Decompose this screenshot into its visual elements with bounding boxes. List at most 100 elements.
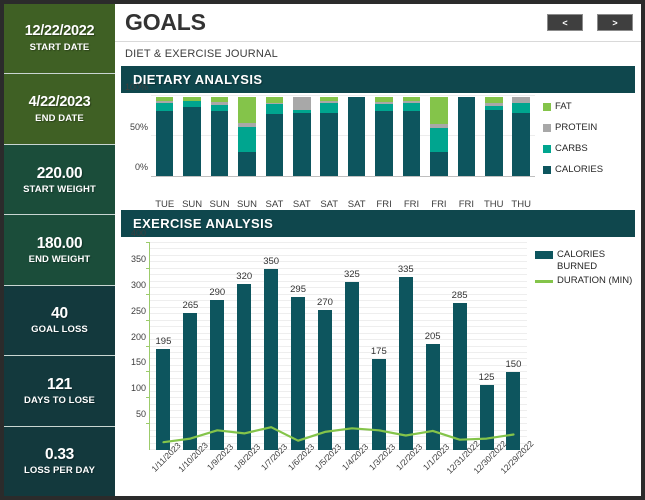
dietary-bar-column[interactable] (480, 97, 507, 176)
stat-tile-value: 121 (47, 375, 72, 393)
exercise-legend-label: DURATION (MIN) (557, 274, 633, 286)
dietary-bar-column[interactable] (316, 97, 343, 176)
exercise-bar-value-label: 295 (290, 284, 306, 296)
legend-bar-icon (535, 251, 553, 259)
exercise-x-label-slot: 1/9/2023 (203, 442, 234, 496)
legend-swatch-icon (543, 123, 551, 132)
exercise-x-label-slot: 1/8/2023 (230, 442, 261, 496)
dietary-x-label: SAT (265, 199, 284, 210)
exercise-bar-column[interactable]: 270 (312, 243, 339, 450)
exercise-bar-column[interactable]: 150 (500, 243, 527, 450)
dietary-stacked-bar (320, 97, 339, 176)
exercise-bar-column[interactable]: 125 (473, 243, 500, 450)
exercise-bar-value-label: 350 (263, 255, 280, 267)
exercise-bar-value-label: 325 (343, 268, 360, 280)
exercise-bar-value-label: 335 (397, 263, 414, 275)
prev-button[interactable]: < (547, 14, 583, 31)
exercise-bar-value-label: 195 (155, 336, 172, 348)
dietary-legend-item-protein[interactable]: PROTEIN (543, 122, 635, 133)
exercise-bar-column[interactable]: 295 (285, 243, 312, 450)
dietary-bar-column[interactable] (507, 97, 534, 176)
dietary-x-label: THU (484, 199, 504, 210)
dietary-bar-column[interactable] (288, 97, 315, 176)
dietary-segment-calories (210, 111, 229, 176)
dietary-stacked-bar (183, 97, 201, 176)
exercise-bar-column[interactable]: 265 (177, 243, 204, 450)
dietary-legend-item-calories[interactable]: CALORIES (543, 164, 635, 175)
goals-dashboard: 12/22/2022 START DATE 4/22/2023 END DATE 220… (0, 0, 645, 500)
exercise-bar-value-label: 320 (236, 271, 253, 283)
exercise-bar-value-label: 205 (424, 330, 441, 342)
stat-tile-label: START WEIGHT (23, 183, 96, 195)
dietary-legend-spacer (535, 197, 635, 210)
dietary-bar-column[interactable] (343, 97, 370, 176)
dietary-x-label: SUN (182, 199, 203, 210)
dietary-segment-calories (347, 97, 366, 176)
dietary-segment-carbs (155, 102, 174, 112)
exercise-legend: CALORIES BURNED DURATION (MIN) (527, 243, 635, 496)
dietary-bar-column[interactable] (206, 97, 233, 176)
exercise-bar-column[interactable]: 350 (258, 243, 285, 450)
dietary-plot-area (151, 95, 535, 177)
dietary-bars (151, 97, 535, 176)
dietary-segment-calories (320, 112, 339, 176)
exercise-chart-area: 50 100 150 200 250 300 350 400 195 265 290 320 350 2… (121, 228, 535, 496)
exercise-legend-item-calories-burned[interactable]: CALORIES BURNED (535, 249, 635, 273)
exercise-legend-item-duration-min-[interactable]: DURATION (MIN) (535, 275, 635, 287)
exercise-bar-column[interactable]: 325 (338, 243, 365, 450)
dietary-gridline (151, 95, 535, 96)
stat-tile-value: 220.00 (36, 164, 83, 182)
dietary-bar-column[interactable] (370, 97, 397, 176)
exercise-bar (398, 276, 413, 450)
stat-tile-value: 40 (51, 305, 68, 323)
exercise-bar-column[interactable]: 335 (392, 243, 419, 450)
exercise-x-label-slot: 1/3/2023 (365, 442, 396, 496)
dietary-segment-carbs (375, 104, 393, 112)
exercise-analysis-section: EXERCISE ANALYSIS 50 100 150 200 250 300 350 40… (115, 210, 641, 496)
dietary-x-label: FRI (376, 199, 392, 210)
exercise-bar (237, 284, 252, 450)
exercise-y-tick: 300 (130, 279, 146, 290)
dietary-bar-column[interactable] (453, 97, 480, 176)
exercise-section-title: EXERCISE ANALYSIS (121, 210, 635, 237)
dietary-stacked-bar (485, 97, 503, 176)
dietary-analysis-section: DIETARY ANALYSIS 0% 50% 100% FAT PROTEIN CAR… (115, 66, 641, 210)
exercise-bar-column[interactable]: 320 (231, 243, 258, 450)
dietary-stacked-bar (375, 97, 393, 176)
next-button[interactable]: > (597, 14, 633, 31)
exercise-bar (318, 310, 332, 450)
exercise-bar-column[interactable]: 175 (365, 243, 392, 450)
dietary-legend-item-fat[interactable]: FAT (543, 101, 635, 112)
dietary-segment-carbs (430, 127, 448, 152)
dietary-segment-calories (375, 111, 393, 176)
dietary-stacked-bar (210, 97, 229, 176)
dietary-legend-item-carbs[interactable]: CARBS (543, 143, 635, 154)
exercise-bar-column[interactable]: 195 (150, 243, 177, 450)
exercise-x-axis-labels: 1/11/2023 1/10/2023 1/9/2023 1/8/2023 1/7/20… (121, 439, 535, 496)
exercise-y-tickmark (146, 371, 150, 373)
dietary-segment-fat (430, 97, 448, 124)
exercise-bar (425, 343, 440, 450)
dietary-segment-carbs (265, 104, 284, 114)
dietary-bar-column[interactable] (398, 97, 425, 176)
dietary-bar-column[interactable] (151, 97, 178, 176)
dietary-segment-calories (430, 151, 448, 176)
exercise-bar (183, 312, 198, 450)
dietary-bar-column[interactable] (425, 97, 452, 176)
exercise-bar-column[interactable]: 285 (446, 243, 473, 450)
stat-tile-end-weight: 180.00 END WEIGHT (4, 215, 115, 286)
stat-tile-goal-loss: 40 GOAL LOSS (4, 285, 115, 357)
stat-tile-days-to-lose: 121 DAYS TO LOSE (4, 356, 115, 427)
dietary-bar-column[interactable] (233, 97, 260, 176)
stat-tile-label: GOAL LOSS (31, 324, 88, 336)
dietary-bar-column[interactable] (178, 97, 205, 176)
exercise-bar-column[interactable]: 290 (204, 243, 231, 450)
exercise-bar-column[interactable]: 205 (419, 243, 446, 450)
dietary-stacked-bar (402, 97, 421, 176)
dietary-bar-column[interactable] (261, 97, 288, 176)
exercise-bar (371, 359, 386, 450)
exercise-y-tick: 150 (130, 357, 146, 368)
dietary-x-label: FRI (403, 199, 420, 210)
exercise-chart-body: 50 100 150 200 250 300 350 400 195 265 290 320 350 2… (121, 228, 635, 496)
exercise-x-label-slot: 1/4/2023 (338, 442, 369, 496)
